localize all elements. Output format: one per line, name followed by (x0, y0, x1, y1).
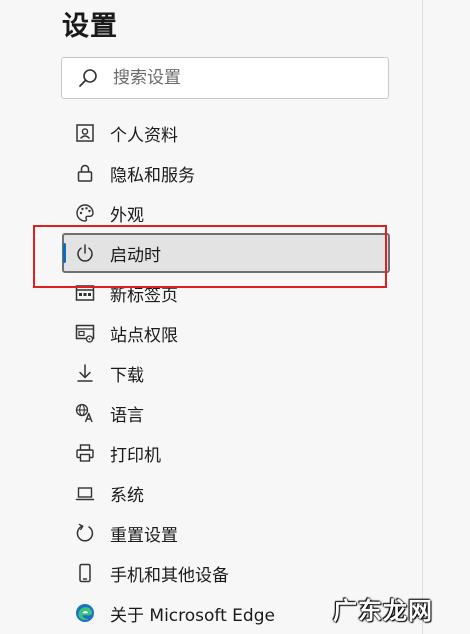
sidebar-item-label: 系统 (110, 485, 144, 506)
watermark-text: 广东龙网 (333, 597, 433, 625)
power-icon (74, 242, 96, 264)
sidebar-item-label: 下载 (110, 365, 144, 386)
sidebar-item-privacy[interactable]: 隐私和服务 (62, 153, 390, 193)
sidebar-item-system[interactable]: 系统 (62, 473, 390, 513)
phone-icon (74, 562, 96, 584)
search-icon (79, 69, 97, 87)
sidebar-item-printers[interactable]: 打印机 (62, 433, 390, 473)
sidebar-item-label: 手机和其他设备 (110, 565, 229, 586)
sidebar-item-label: 打印机 (110, 445, 161, 466)
language-icon (74, 402, 96, 424)
search-input[interactable] (113, 68, 353, 88)
sidebar-item-label: 隐私和服务 (110, 165, 195, 186)
sidebar-item-appearance[interactable]: 外观 (62, 193, 390, 233)
sidebar-item-new-tab[interactable]: 新标签页 (62, 273, 390, 313)
sidebar-item-profile[interactable]: 个人资料 (62, 113, 390, 153)
sidebar-item-label: 外观 (110, 205, 144, 226)
download-icon (74, 362, 96, 384)
sidebar-item-site-permissions[interactable]: 站点权限 (62, 313, 390, 353)
settings-sidebar: 设置 个人资料 隐私和服务 外观 (0, 0, 423, 634)
sidebar-item-label: 启动时 (110, 245, 161, 266)
sidebar-item-languages[interactable]: 语言 (62, 393, 390, 433)
new-tab-icon (74, 282, 96, 304)
palette-icon (74, 202, 96, 224)
edge-logo-icon (74, 602, 96, 624)
sidebar-item-reset[interactable]: 重置设置 (62, 513, 390, 553)
system-icon (74, 482, 96, 504)
site-permissions-icon (74, 322, 96, 344)
search-box[interactable] (61, 57, 389, 99)
sidebar-item-label: 站点权限 (110, 325, 178, 346)
lock-icon (74, 162, 96, 184)
sidebar-item-startup[interactable]: 启动时 (62, 233, 390, 273)
page-title: 设置 (62, 11, 118, 42)
sidebar-item-label: 新标签页 (110, 285, 178, 306)
printer-icon (74, 442, 96, 464)
settings-nav: 个人资料 隐私和服务 外观 启动时 新标签页 站点权限 下载 语言 打印机 系统… (62, 113, 390, 633)
sidebar-item-label: 个人资料 (110, 125, 178, 146)
profile-icon (74, 122, 96, 144)
sidebar-item-label: 关于 Microsoft Edge (110, 605, 275, 626)
sidebar-item-label: 重置设置 (110, 525, 178, 546)
sidebar-item-phone[interactable]: 手机和其他设备 (62, 553, 390, 593)
reset-icon (74, 522, 96, 544)
sidebar-item-downloads[interactable]: 下载 (62, 353, 390, 393)
sidebar-item-label: 语言 (110, 405, 144, 426)
